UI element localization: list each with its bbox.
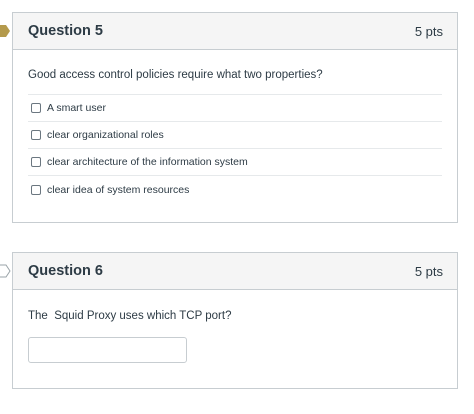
answer-list: A smart user clear organizational roles … [28, 94, 442, 203]
answer-option[interactable]: clear organizational roles [28, 122, 442, 149]
question-body: The Squid Proxy uses which TCP port? [13, 310, 457, 363]
question-text: The Squid Proxy uses which TCP port? [28, 310, 232, 322]
answer-option[interactable]: A smart user [28, 95, 442, 122]
checkbox[interactable] [31, 103, 41, 113]
checkbox[interactable] [31, 184, 41, 195]
answer-option[interactable]: clear architecture of the information sy… [28, 149, 442, 176]
checkbox[interactable] [31, 130, 41, 140]
answer-input[interactable] [28, 337, 187, 363]
question-card-5: Question 5 5 pts Good access control pol… [0, 12, 458, 223]
question-points: 5 pts [414, 23, 443, 39]
answer-label: A smart user [47, 102, 106, 114]
question-title: Question 6 [28, 263, 103, 279]
question-header: Question 5 5 pts [13, 13, 457, 50]
answer-label: clear organizational roles [47, 129, 164, 141]
question-header: Question 6 5 pts [13, 253, 457, 290]
question-points: 5 pts [414, 263, 443, 279]
answer-label: clear architecture of the information sy… [47, 156, 248, 168]
question-body: Good access control policies require wha… [13, 69, 457, 203]
question-card-6: Question 6 5 pts The Squid Proxy uses wh… [0, 252, 458, 389]
question-text: Good access control policies require wha… [28, 69, 323, 81]
question-title: Question 5 [28, 23, 103, 39]
flag-marker-outline-icon[interactable] [0, 264, 11, 278]
checkbox[interactable] [31, 157, 41, 167]
quiz-page: Question 5 5 pts Good access control pol… [0, 0, 474, 414]
answer-option[interactable]: clear idea of system resources [28, 176, 442, 203]
flag-marker-icon[interactable] [0, 24, 11, 38]
answer-label: clear idea of system resources [47, 183, 190, 196]
